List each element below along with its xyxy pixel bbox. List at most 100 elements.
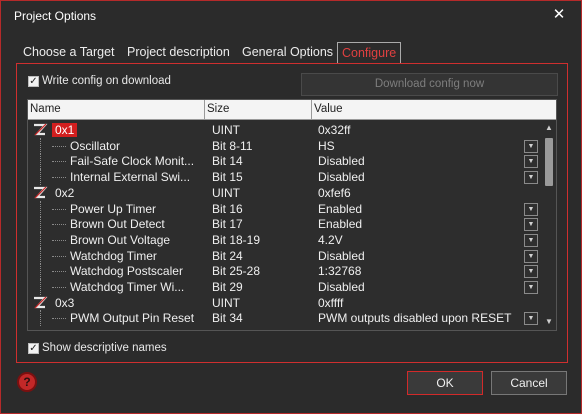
row-size: UINT xyxy=(212,185,240,200)
row-value: 0xfef6 xyxy=(318,185,351,200)
tree-connector xyxy=(40,231,41,248)
row-value[interactable]: Enabled xyxy=(318,201,528,217)
tab-project-description[interactable]: Project description xyxy=(127,42,230,64)
config-setting-row[interactable]: PWM Output Pin Reset Bit 34 PWM outputs di… xyxy=(28,310,542,327)
setting-name-label: Brown Out Detect xyxy=(70,217,165,232)
config-setting-row[interactable]: Power Up Timer Bit 16 Enabled ▼ xyxy=(28,200,542,217)
row-name: Brown Out Detect xyxy=(28,216,208,233)
chevron-down-icon[interactable]: ▼ xyxy=(524,155,538,169)
tree-connector xyxy=(40,216,41,233)
show-descriptive-label: Show descriptive names xyxy=(42,342,167,354)
tree-connector xyxy=(40,200,41,217)
row-size: Bit 25-28 xyxy=(212,264,261,279)
group-address-label: 0x3 xyxy=(55,295,75,310)
column-header-name[interactable]: Name xyxy=(30,103,61,115)
row-name: Internal External Swi... xyxy=(28,169,208,186)
config-setting-row[interactable]: Fail-Safe Clock Monit... Bit 14 Disabled ▼ xyxy=(28,153,542,170)
row-size: Bit 14 xyxy=(212,154,243,169)
ok-button[interactable]: OK xyxy=(407,371,483,395)
tree-connector xyxy=(52,145,66,147)
row-size: Bit 18-19 xyxy=(212,232,261,247)
row-value[interactable]: Disabled xyxy=(318,169,528,185)
setting-name-label: Watchdog Timer Wi... xyxy=(70,280,185,294)
download-config-button[interactable]: Download config now xyxy=(301,73,558,96)
config-setting-row[interactable]: Brown Out Detect Bit 17 Enabled ▼ xyxy=(28,216,542,233)
chevron-down-icon[interactable]: ▼ xyxy=(524,171,538,185)
row-name: 0x3 xyxy=(28,295,208,311)
chevron-down-icon[interactable]: ▼ xyxy=(524,312,538,326)
config-setting-row[interactable]: Watchdog Timer Wi... Bit 29 Disabled ▼ xyxy=(28,279,542,295)
tree-connector xyxy=(52,177,66,179)
config-group-row[interactable]: 0x3 UINT 0xffff xyxy=(28,295,542,311)
row-name: Watchdog Timer xyxy=(28,247,208,264)
help-icon[interactable]: ? xyxy=(17,372,37,392)
vertical-scrollbar[interactable]: ▲ ▼ xyxy=(542,122,556,330)
tree-connector xyxy=(52,208,66,210)
tree-connector xyxy=(52,224,66,226)
tab-configure[interactable]: Configure xyxy=(337,42,402,64)
config-setting-row[interactable]: Oscillator Bit 8-11 HS ▼ xyxy=(28,137,542,154)
tree-connector xyxy=(40,279,41,295)
config-setting-row[interactable]: Brown Out Voltage Bit 18-19 4.2V ▼ xyxy=(28,231,542,248)
row-size: Bit 17 xyxy=(212,217,243,232)
row-size: Bit 8-11 xyxy=(212,138,253,153)
tree-connector xyxy=(40,153,41,170)
setting-name-label: Watchdog Timer xyxy=(70,248,157,263)
chevron-down-icon[interactable]: ▼ xyxy=(524,265,538,279)
row-value[interactable]: Enabled xyxy=(318,216,528,232)
chevron-down-icon[interactable]: ▼ xyxy=(524,281,538,294)
cancel-button[interactable]: Cancel xyxy=(491,371,567,395)
tree-connector xyxy=(52,287,66,288)
row-size: Bit 24 xyxy=(212,248,243,263)
chevron-down-icon[interactable]: ▼ xyxy=(524,218,538,232)
tree-connector xyxy=(52,255,66,257)
config-grid: Name Size Value 0x1 UINT 0x32ff Oscillator B… xyxy=(27,99,557,331)
chevron-down-icon[interactable]: ▼ xyxy=(524,233,538,247)
chevron-down-icon[interactable]: ▼ xyxy=(524,249,538,263)
scroll-down-icon[interactable]: ▼ xyxy=(542,316,556,328)
scroll-up-icon[interactable]: ▲ xyxy=(542,122,556,134)
scrollbar-thumb[interactable] xyxy=(545,138,553,186)
tab-choose-target[interactable]: Choose a Target xyxy=(23,42,115,64)
write-config-checkbox[interactable]: ✓ xyxy=(28,76,39,87)
row-size: Bit 34 xyxy=(212,311,243,326)
row-name: Oscillator xyxy=(28,137,208,154)
column-header-size[interactable]: Size xyxy=(207,103,229,115)
row-value[interactable]: HS xyxy=(318,138,528,154)
config-group-row[interactable]: 0x2 UINT 0xfef6 xyxy=(28,185,542,201)
row-name: Brown Out Voltage xyxy=(28,231,208,248)
row-value[interactable]: Disabled xyxy=(318,153,528,169)
tree-connector xyxy=(52,271,66,273)
row-size: Bit 15 xyxy=(212,170,243,185)
row-value[interactable]: 1:32768 xyxy=(318,263,528,279)
tree-connector xyxy=(40,169,41,186)
project-options-window: Project Options ✕ Choose a Target Projec… xyxy=(0,0,582,414)
config-group-row[interactable]: 0x1 UINT 0x32ff xyxy=(28,122,542,138)
row-value[interactable]: 4.2V xyxy=(318,232,528,248)
chevron-down-icon[interactable]: ▼ xyxy=(524,139,538,153)
close-icon[interactable]: ✕ xyxy=(551,7,567,23)
setting-name-label: Oscillator xyxy=(70,138,121,153)
row-value: 0x32ff xyxy=(318,123,351,137)
tree-connector xyxy=(52,318,66,320)
title-bar: Project Options ✕ xyxy=(1,1,581,31)
tab-general-options[interactable]: General Options xyxy=(242,42,333,64)
write-config-label: Write config on download xyxy=(42,75,171,87)
z-chip-icon xyxy=(34,123,48,136)
row-value[interactable]: PWM outputs disabled upon RESET xyxy=(318,310,528,326)
config-setting-row[interactable]: Watchdog Postscaler Bit 25-28 1:32768 ▼ xyxy=(28,263,542,280)
column-header-value[interactable]: Value xyxy=(314,103,343,115)
chevron-down-icon[interactable]: ▼ xyxy=(524,202,538,216)
row-size: UINT xyxy=(212,295,240,310)
setting-name-label: Internal External Swi... xyxy=(70,170,191,185)
row-value[interactable]: Disabled xyxy=(318,248,528,264)
config-setting-row[interactable]: Watchdog Timer Bit 24 Disabled ▼ xyxy=(28,247,542,264)
show-descriptive-checkbox[interactable]: ✓ xyxy=(28,343,39,354)
row-name: Watchdog Timer Wi... xyxy=(28,279,208,295)
setting-name-label: Power Up Timer xyxy=(70,201,157,216)
tree-connector xyxy=(40,137,41,154)
tree-connector xyxy=(40,247,41,264)
row-name: Watchdog Postscaler xyxy=(28,263,208,280)
config-setting-row[interactable]: Internal External Swi... Bit 15 Disabled ▼ xyxy=(28,169,542,186)
row-value[interactable]: Disabled xyxy=(318,279,528,295)
